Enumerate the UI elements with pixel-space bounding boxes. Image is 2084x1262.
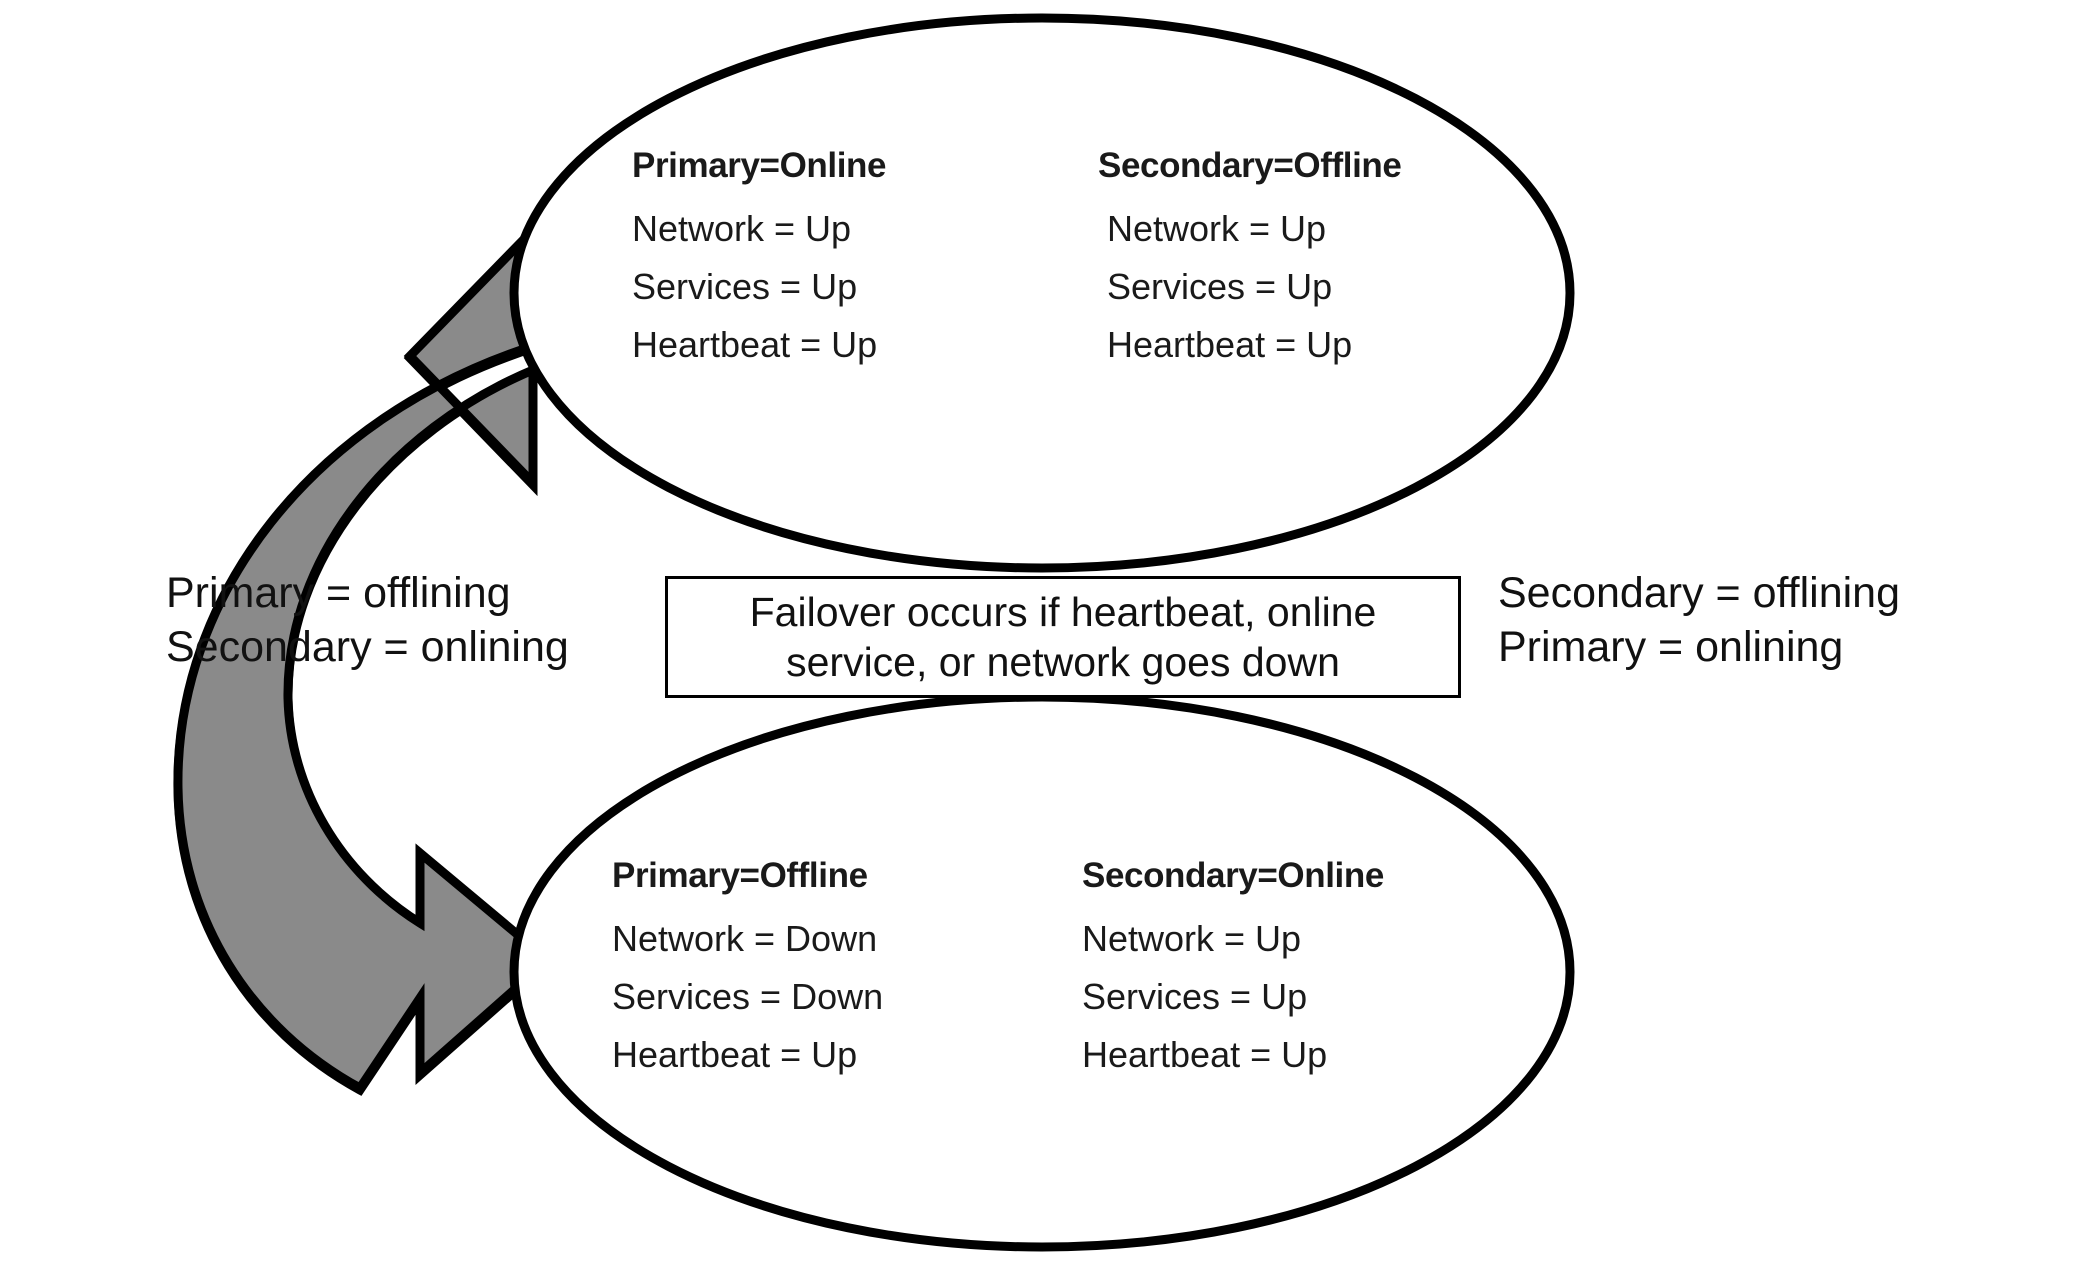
failover-condition-box: Failover occurs if heartbeat, online ser… xyxy=(665,576,1461,698)
bottom-state-primary-block: Primary=Offline Network = Down Services … xyxy=(612,856,884,1076)
failover-note-line1: Failover occurs if heartbeat, online xyxy=(749,588,1377,635)
left-transition-line2: Secondary = onlining xyxy=(166,622,569,671)
top-state-primary-heartbeat: Heartbeat = Up xyxy=(632,324,878,366)
bottom-state-secondary-services: Services = Up xyxy=(1082,976,1308,1018)
top-state-secondary-services: Services = Up xyxy=(1107,266,1333,308)
top-state-secondary-network: Network = Up xyxy=(1107,207,1327,249)
diagram-canvas: Primary=Online Network = Up Services = U… xyxy=(0,0,2084,1262)
left-transition-line1: Primary = offlining xyxy=(166,569,511,617)
bottom-state-primary-heartbeat: Heartbeat = Up xyxy=(612,1034,858,1076)
bottom-state-secondary-title: Secondary=Online xyxy=(1082,856,1384,895)
top-state-primary-title: Primary=Online xyxy=(632,146,887,185)
bottom-state-primary-title: Primary=Offline xyxy=(612,856,868,895)
bottom-state-secondary-block: Secondary=Online Network = Up Services =… xyxy=(1082,856,1384,1076)
top-state-primary-block: Primary=Online Network = Up Services = U… xyxy=(632,146,887,366)
right-transition-line2: Primary = onlining xyxy=(1498,622,1844,671)
text-layer: Primary=Online Network = Up Services = U… xyxy=(0,0,2084,1262)
bottom-state-secondary-network: Network = Up xyxy=(1082,917,1302,959)
top-state-secondary-title: Secondary=Offline xyxy=(1098,146,1402,185)
left-transition-label: Primary = offlining Secondary = onlining xyxy=(166,567,569,675)
right-transition-line1: Secondary = offlining xyxy=(1498,569,1901,617)
right-transition-label: Secondary = offlining Primary = onlining xyxy=(1498,567,1900,675)
bottom-state-primary-services: Services = Down xyxy=(612,976,884,1018)
top-state-secondary-heartbeat: Heartbeat = Up xyxy=(1107,324,1353,366)
failover-note-line2: service, or network goes down xyxy=(786,639,1340,685)
top-state-primary-network: Network = Up xyxy=(632,207,852,249)
bottom-state-primary-network: Network = Down xyxy=(612,917,878,959)
top-state-primary-services: Services = Up xyxy=(632,266,858,308)
bottom-state-secondary-heartbeat: Heartbeat = Up xyxy=(1082,1034,1328,1076)
top-state-secondary-block: Secondary=Offline Network = Up Services … xyxy=(1098,146,1402,366)
